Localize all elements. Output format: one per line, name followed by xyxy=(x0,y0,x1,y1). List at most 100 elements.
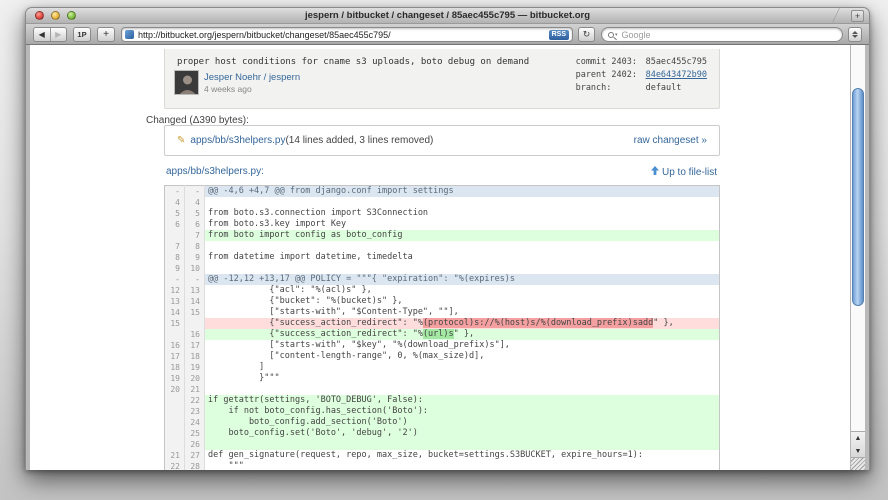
old-line-number xyxy=(164,230,185,241)
nav-buttons: ◀ ▶ xyxy=(33,27,67,42)
diff-row-ctx: 22 28 """ xyxy=(164,461,720,470)
new-line-number: - xyxy=(184,185,205,197)
diff-row-add: 24 boto_config.add_section('Boto') xyxy=(164,417,720,428)
new-line-number: 5 xyxy=(184,208,205,219)
up-to-file-list-link[interactable]: Up to file-list xyxy=(650,166,717,178)
old-line-number: 22 xyxy=(164,461,185,470)
new-line-number: 6 xyxy=(184,219,205,230)
old-line-number: 21 xyxy=(164,450,185,461)
new-tab-button[interactable]: + xyxy=(851,10,864,22)
rss-badge[interactable]: RSS xyxy=(548,29,569,40)
new-line-number: 4 xyxy=(184,197,205,208)
diff-row-ctx: 14 15 ["starts-with", "$Content-Type", ""… xyxy=(164,307,720,318)
new-line-number: 17 xyxy=(184,340,205,351)
new-line-number: 21 xyxy=(184,384,205,395)
meta-label: parent 2402: xyxy=(575,70,637,80)
new-line-number: 16 xyxy=(184,329,205,340)
diff-row-ctx: 21 27 def gen_signature(request, repo, max… xyxy=(164,450,720,461)
address-bar[interactable]: http://bitbucket.org/jespern/bitbucket/c… xyxy=(121,27,573,42)
meta-value-link[interactable]: 84e643472b90 xyxy=(646,69,707,82)
new-line-number: 28 xyxy=(184,461,205,470)
diff-code-cell: from boto.s3.connection import S3Connect… xyxy=(208,208,429,218)
diff-code-cell: from datetime import datetime, timedelta xyxy=(208,252,413,262)
author-link[interactable]: Jesper Noehr / jespern xyxy=(204,72,300,83)
tab-corner-decoration xyxy=(829,8,843,24)
commit-meta-row: branch: default xyxy=(576,82,707,95)
old-line-number xyxy=(164,329,185,340)
diff-code-cell xyxy=(205,197,720,208)
diff-row-ctx: 44 xyxy=(164,197,720,208)
chevron-down-icon: ▾ xyxy=(615,31,618,38)
url-text[interactable]: http://bitbucket.org/jespern/bitbucket/c… xyxy=(138,30,549,40)
diff-code-cell: {"success_action_redirect": "%(url)s" }, xyxy=(204,329,720,340)
diff-row-ctx: 5 5 from boto.s3.connection import S3Conne… xyxy=(164,208,720,219)
changed-file-row: ✎ apps/bb/s3helpers.py (14 lines added, … xyxy=(164,125,720,156)
diff-row-add: 16 {"success_action_redirect": "%(url)s"… xyxy=(164,329,720,340)
diff-code-cell xyxy=(204,439,720,450)
old-line-number: 18 xyxy=(164,362,185,373)
commit-meta-row: parent 2402: 84e643472b90 xyxy=(576,69,707,82)
resize-grip[interactable] xyxy=(851,457,865,470)
raw-changeset-link[interactable]: raw changeset » xyxy=(634,135,707,146)
new-line-number: 14 xyxy=(184,296,205,307)
diff-row-ctx: 16 17 ["starts-with", "$key", "%(download… xyxy=(164,340,720,351)
scroll-up-button[interactable]: ▲ xyxy=(851,432,865,445)
forward-button[interactable]: ▶ xyxy=(51,28,67,41)
old-line-number: 20 xyxy=(164,384,185,395)
meta-label: branch: xyxy=(575,83,612,93)
up-arrow-icon xyxy=(650,166,659,178)
scrollbar-thumb[interactable] xyxy=(852,88,864,306)
meta-value: 85aec455c795 xyxy=(645,57,707,67)
title-bar[interactable]: jespern / bitbucket / changeset / 85aec4… xyxy=(26,8,869,24)
diff-code-cell: boto_config.set('Boto', 'debug', '2') xyxy=(204,428,720,439)
search-field[interactable]: ▾ Google xyxy=(601,27,843,42)
diff-row-ctx: 78 xyxy=(164,241,720,252)
new-line-number: 27 xyxy=(184,450,205,461)
diff-code-cell: }""" xyxy=(208,373,280,383)
new-line-number: 19 xyxy=(184,362,205,373)
reload-button[interactable]: ↻ xyxy=(578,27,595,42)
search-placeholder[interactable]: Google xyxy=(622,30,651,40)
new-line-number: 13 xyxy=(184,285,205,296)
old-line-number: 6 xyxy=(164,219,185,230)
commit-meta: commit 2403: 85aec455c795 parent 2402: 84e6… xyxy=(576,56,707,95)
diff-code-cell: @@ -4,6 +4,7 @@ from django.conf import … xyxy=(204,185,720,197)
diff-code-cell: boto_config.add_section('Boto') xyxy=(204,417,720,428)
diff-code-cell: from boto import config as boto_config xyxy=(204,230,720,241)
back-button[interactable]: ◀ xyxy=(34,28,51,41)
new-line-number: 25 xyxy=(184,428,205,439)
diff-row-ctx: 6 6 from boto.s3.key import Key xyxy=(164,219,720,230)
changed-file-stats: (14 lines added, 3 lines removed) xyxy=(285,135,434,146)
old-line-number xyxy=(164,406,185,417)
diff-code-cell: ] xyxy=(208,362,265,372)
new-line-number: 23 xyxy=(184,406,205,417)
vertical-scrollbar[interactable]: ▲ ▼ xyxy=(850,45,865,470)
diff-code-cell: ["content-length-range", 0, %(max_size)d… xyxy=(208,351,485,361)
new-line-number: 8 xyxy=(184,241,205,252)
search-icon xyxy=(608,31,614,38)
diff-row-ctx: 9 10 xyxy=(164,263,720,274)
diff-code-cell xyxy=(205,384,720,395)
diff-file-header: apps/bb/s3helpers.py: Up to file-list xyxy=(166,166,717,178)
edit-pencil-icon: ✎ xyxy=(177,135,186,146)
add-bookmark-button[interactable]: + xyxy=(97,27,115,42)
onepassword-button[interactable]: 1P xyxy=(73,27,91,42)
diff-row-ctx: 8 9 from datetime import datetime, timedel… xyxy=(164,252,720,263)
diff-row-add: 26 xyxy=(164,439,720,450)
old-line-number: 16 xyxy=(164,340,185,351)
old-line-number: 7 xyxy=(164,241,185,252)
diff-word-highlight: (url)s xyxy=(422,329,454,339)
changed-file-link[interactable]: apps/bb/s3helpers.py xyxy=(190,135,285,146)
old-line-number xyxy=(164,439,185,450)
diff-code-cell: """ xyxy=(208,461,244,470)
toolbar-stepper-button[interactable] xyxy=(848,27,862,42)
diff-file-link[interactable]: apps/bb/s3helpers.py: xyxy=(166,166,264,178)
diff-row-ctx: 19 20 }""" xyxy=(164,373,720,384)
diff-word-highlight: (protocol)s://%(host)s/%(download_prefix… xyxy=(422,318,654,328)
new-line-number: 20 xyxy=(184,373,205,384)
diff-code-cell: from boto.s3.key import Key xyxy=(208,219,347,229)
changeset-page: proper host conditions for cname s3 uplo… xyxy=(30,45,850,470)
old-line-number: 17 xyxy=(164,351,185,362)
meta-value: default xyxy=(645,83,682,93)
diff-row-add: 25 boto_config.set('Boto', 'debug', '2') xyxy=(164,428,720,439)
